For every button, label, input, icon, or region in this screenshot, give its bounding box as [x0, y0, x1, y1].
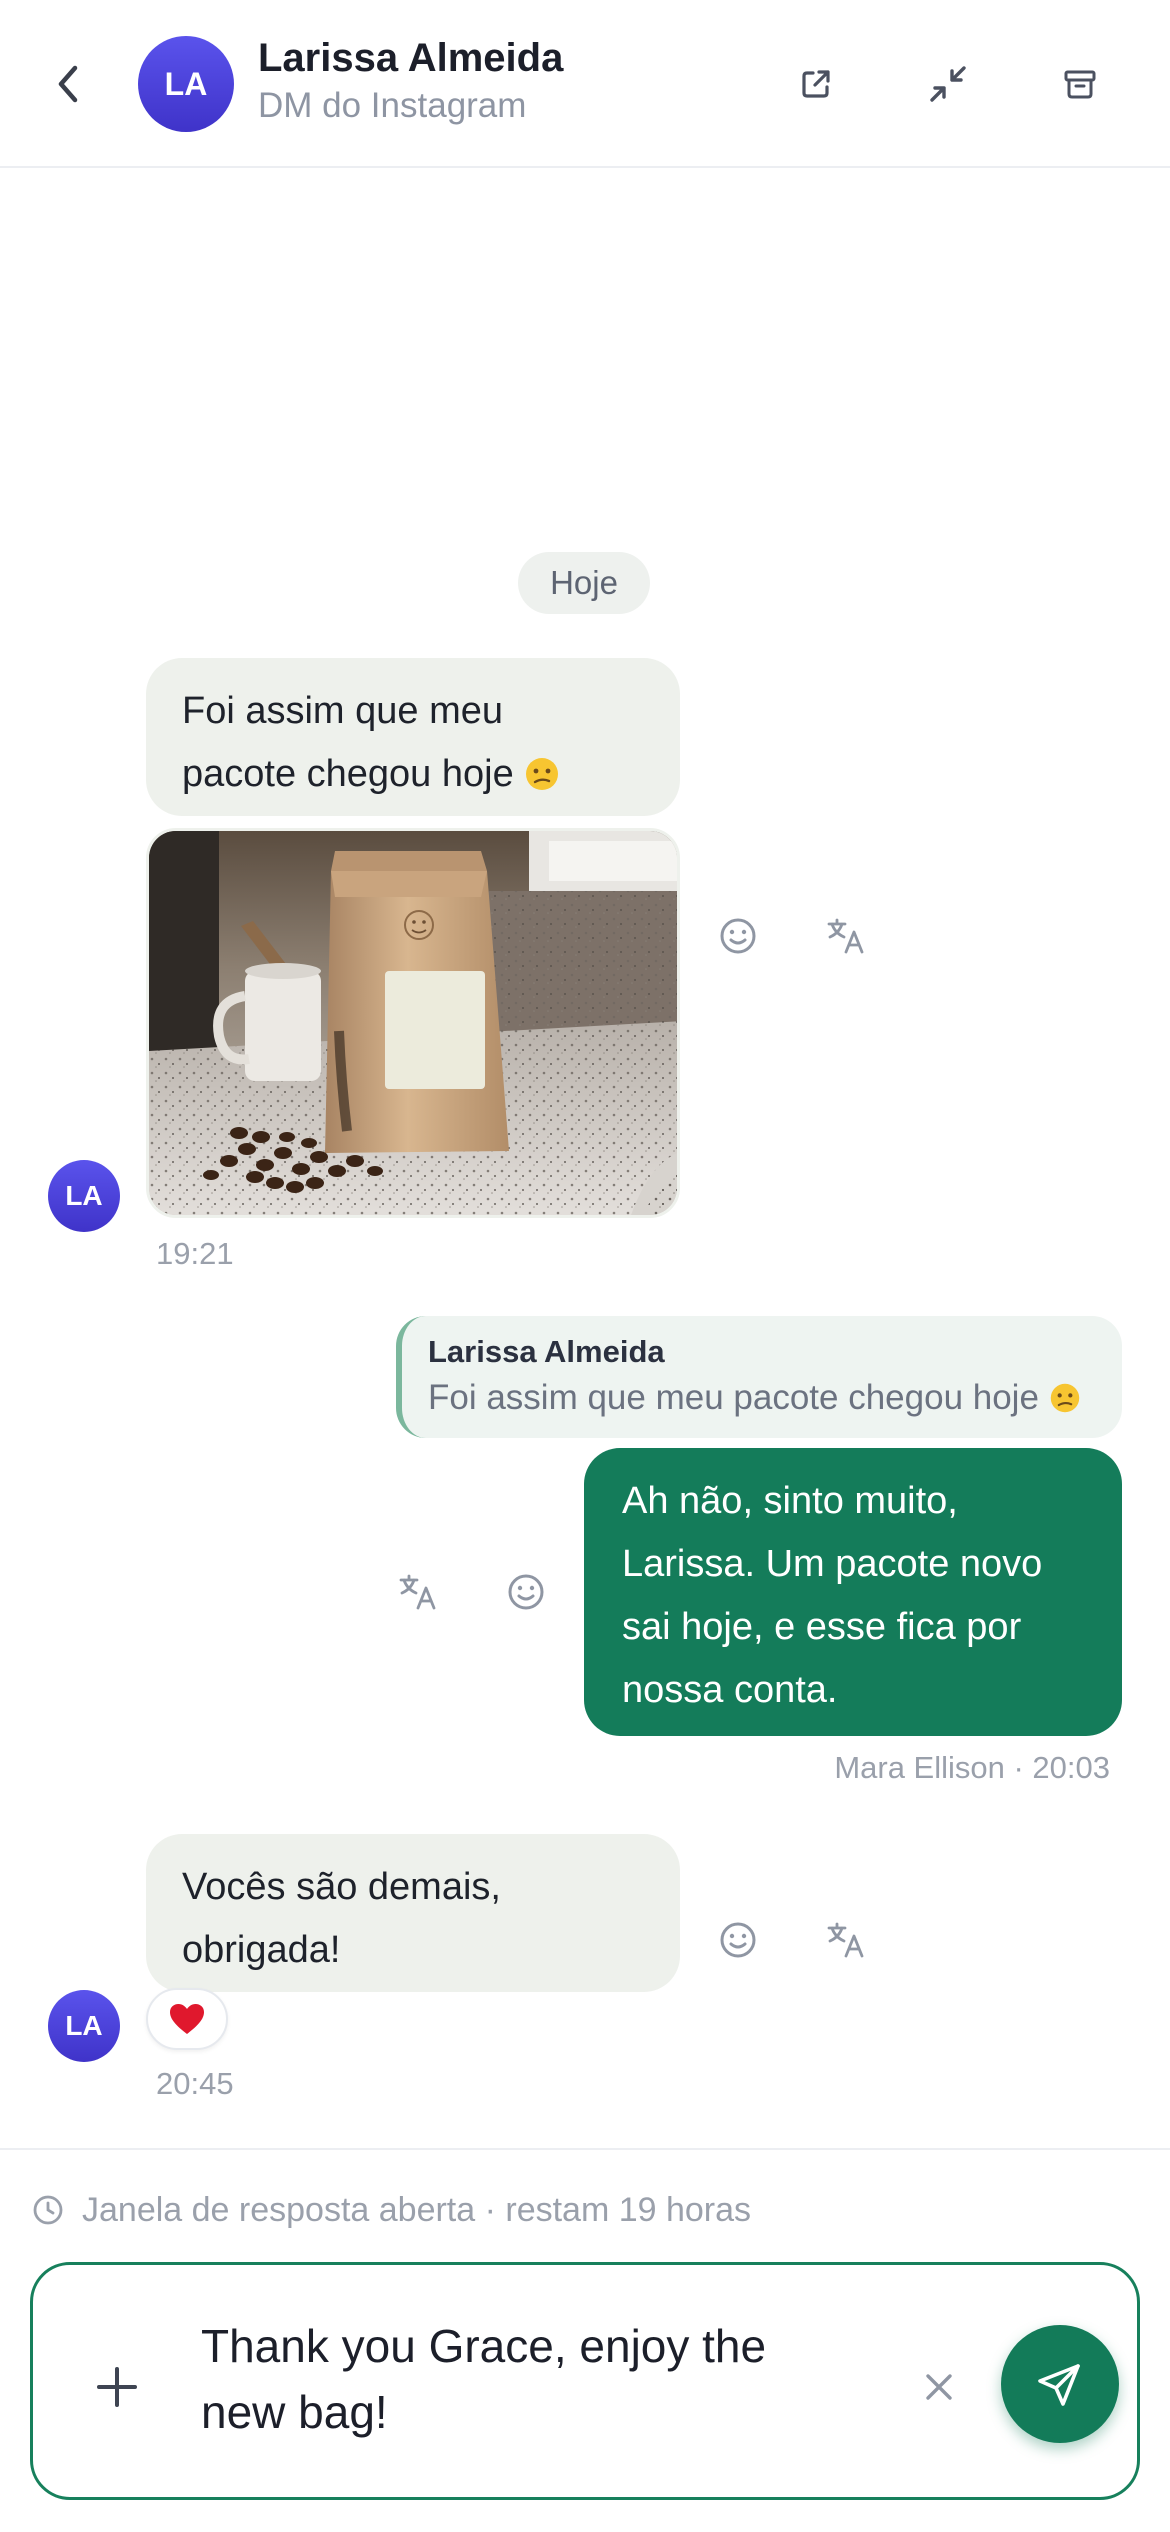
react-button[interactable] — [712, 1914, 764, 1966]
message-text-line: sai hoje, e esse fica por — [622, 1606, 1022, 1648]
add-attachment-button[interactable] — [87, 2357, 147, 2417]
translate-icon — [399, 1574, 436, 1610]
chevron-left-icon — [58, 65, 78, 103]
plus-icon — [97, 2367, 137, 2407]
reply-window-status: Janela de resposta aberta · restam 19 ho… — [32, 2184, 751, 2236]
message-text-line: obrigada! — [182, 1929, 341, 1971]
translate-button[interactable] — [820, 1914, 872, 1966]
translate-icon — [827, 918, 864, 954]
quoted-sender-name: Larissa Almeida — [428, 1334, 665, 1369]
message-sender-and-time: Mara Ellison · 20:03 — [834, 1750, 1110, 1785]
message-composer[interactable]: Thank you Grace, enjoy the new bag! — [30, 2262, 1140, 2500]
message-text-line: Larissa. Um pacote novo — [622, 1543, 1043, 1585]
translate-button[interactable] — [392, 1566, 444, 1618]
contact-name: Larissa Almeida — [258, 36, 564, 80]
message-input[interactable]: Thank you Grace, enjoy the new bag! — [201, 2313, 821, 2445]
reply-quote[interactable]: Larissa Almeida Foi assim que meu pacote… — [396, 1316, 1122, 1438]
smiley-icon — [720, 918, 756, 954]
channel-label: DM do Instagram — [258, 86, 527, 125]
message-timestamp: 20:45 — [156, 2066, 234, 2101]
smiley-icon — [720, 1922, 756, 1958]
send-icon — [1038, 2364, 1080, 2406]
sender-avatar[interactable]: LA — [48, 1990, 120, 2062]
message-photo-attachment[interactable] — [146, 828, 680, 1218]
message-text-line: Ah não, sinto muito, — [622, 1480, 958, 1522]
minimize-icon — [930, 66, 966, 102]
draft-text-line: new bag! — [201, 2386, 388, 2438]
incoming-message-bubble[interactable]: Foi assim que meu pacote chegou hoje — [146, 658, 680, 816]
contact-avatar[interactable]: LA — [138, 36, 234, 132]
outgoing-message-bubble[interactable]: Ah não, sinto muito, Larissa. Um pacote … — [584, 1448, 1122, 1736]
react-button[interactable] — [500, 1566, 552, 1618]
message-text-line: nossa conta. — [622, 1669, 838, 1711]
draft-text-line: Thank you Grace, enjoy the — [201, 2320, 767, 2372]
confused-face-emoji-icon — [526, 758, 559, 790]
clear-draft-button[interactable] — [913, 2361, 965, 2413]
smiley-icon — [508, 1574, 544, 1610]
chat-header: LA Larissa Almeida DM do Instagram — [0, 0, 1170, 168]
open-external-icon — [802, 70, 830, 98]
react-button[interactable] — [712, 910, 764, 962]
confused-face-emoji-icon — [1050, 1383, 1079, 1413]
incoming-message-bubble[interactable]: Vocês são demais, obrigada! — [146, 1834, 680, 1992]
translate-button[interactable] — [820, 910, 872, 962]
close-icon — [926, 2374, 952, 2400]
archive-button[interactable] — [1052, 56, 1108, 112]
message-text-line: Foi assim que meu — [182, 690, 504, 732]
translate-icon — [827, 1922, 864, 1958]
heart-reaction[interactable] — [146, 1988, 228, 2050]
quoted-message-text: Foi assim que meu pacote chegou hoje — [428, 1372, 1098, 1424]
send-button[interactable] — [1001, 2325, 1119, 2443]
red-heart-icon — [170, 2004, 204, 2034]
composer-divider — [0, 2148, 1170, 2150]
minimize-button[interactable] — [920, 56, 976, 112]
day-divider: Hoje — [518, 552, 650, 614]
coffee-bag-photo — [149, 831, 677, 1215]
message-timestamp: 19:21 — [156, 1236, 234, 1271]
sender-avatar[interactable]: LA — [48, 1160, 120, 1232]
message-text-line: Vocês são demais, — [182, 1866, 501, 1908]
clock-icon — [33, 2195, 63, 2225]
archive-icon — [1064, 70, 1096, 99]
reply-window-text: Janela de resposta aberta · restam 19 ho… — [82, 2190, 752, 2229]
message-text-line: pacote chegou hoje — [182, 743, 644, 806]
back-button[interactable] — [44, 56, 92, 112]
open-external-button[interactable] — [788, 56, 844, 112]
